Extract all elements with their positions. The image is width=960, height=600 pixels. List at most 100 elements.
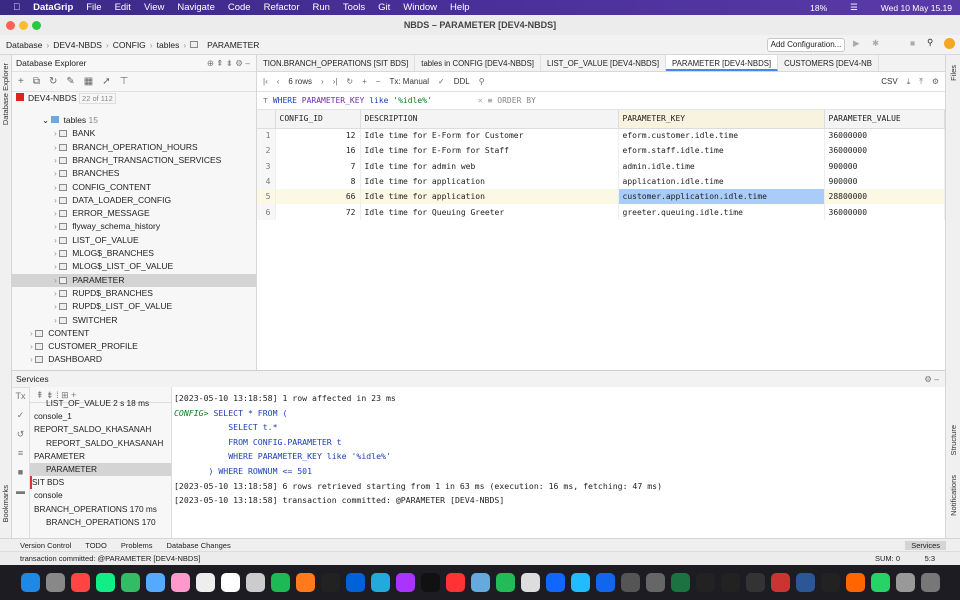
tab-customers[interactable]: CUSTOMERS [DEV4-NB [778, 55, 879, 71]
cell-description[interactable]: Idle time for application [360, 173, 619, 190]
query-console-output[interactable]: [2023-05-10 13:18:58] 1 row affected in … [172, 387, 945, 539]
run-icon[interactable]: ▶ [853, 38, 860, 49]
dock-app-icon[interactable] [370, 573, 390, 592]
menu-navigate[interactable]: Navigate [177, 2, 215, 13]
tree-table-item[interactable]: › BRANCH_OPERATION_HOURS [12, 141, 256, 154]
filter-icon[interactable]: ⊤ [120, 76, 129, 87]
layout-icon[interactable]: ▬ [12, 482, 29, 501]
services-options-icon[interactable]: ⚙ – [924, 371, 939, 388]
services-tab[interactable]: Services [905, 540, 946, 550]
clear-filter-icon[interactable]: × [478, 96, 483, 105]
table-row[interactable]: 4 8 Idle time for application application.i… [257, 173, 945, 190]
dock-app-icon[interactable] [45, 573, 65, 592]
cell-parameter-key[interactable]: customer.application.idle.time [618, 189, 825, 205]
dock-app-icon[interactable] [620, 573, 640, 592]
last-page-icon[interactable]: ›| [333, 77, 338, 86]
dock-app-icon[interactable] [745, 573, 765, 592]
row-number[interactable]: 3 [257, 158, 276, 174]
cell-parameter-value[interactable]: 900000 [824, 173, 945, 190]
add-configuration-button[interactable]: Add Configuration... [767, 38, 845, 52]
cell-parameter-value[interactable]: 900000 [824, 158, 945, 174]
cell-parameter-key[interactable]: eform.staff.idle.time [618, 143, 825, 159]
delete-row-icon[interactable]: − [376, 77, 381, 86]
services-tree-item[interactable]: BRANCH_OPERATIONS 170 [30, 516, 171, 529]
menu-window[interactable]: Window [403, 2, 437, 13]
crumb-schema[interactable]: CONFIG [113, 40, 146, 50]
dock-app-icon[interactable] [870, 573, 890, 592]
caret-position[interactable]: 5:3 [925, 552, 935, 565]
table-view-icon[interactable]: ▦ [84, 76, 93, 87]
tree-schema-item[interactable]: › CUSTOMER_PROFILE [30, 340, 138, 353]
tree-table-item[interactable]: › SWITCHER [12, 314, 256, 327]
crumb-table[interactable]: PARAMETER [207, 40, 259, 50]
tx-icon[interactable]: Tx [12, 387, 29, 406]
notifications-toggle[interactable]: Notifications [949, 475, 958, 516]
crumb-database[interactable]: Database [6, 40, 42, 50]
dock-app-icon[interactable] [220, 573, 240, 592]
tree-table-item[interactable]: › DATA_LOADER_CONFIG [12, 194, 256, 207]
menu-file[interactable]: File [86, 2, 101, 13]
order-by-input[interactable]: ≡ ORDER BY [488, 96, 536, 105]
tx-mode-selector[interactable]: Tx: Manual [389, 77, 429, 86]
cell-config-id[interactable]: 12 [275, 128, 361, 144]
dock-app-icon[interactable] [920, 573, 940, 592]
dock-app-icon[interactable] [70, 573, 90, 592]
zoom-window-button[interactable] [32, 21, 41, 30]
cell-parameter-key[interactable]: application.idle.time [618, 173, 825, 190]
bookmarks-toggle[interactable]: Bookmarks [1, 485, 10, 523]
row-number[interactable]: 2 [257, 143, 276, 159]
cell-parameter-value[interactable]: 28800000 [824, 189, 945, 205]
refresh-icon[interactable]: ↻ [49, 76, 57, 87]
tab-parameter[interactable]: PARAMETER [DEV4-NBDS] [666, 55, 779, 71]
dock-app-icon[interactable] [520, 573, 540, 592]
tree-table-item[interactable]: › ERROR_MESSAGE [12, 207, 256, 220]
tree-table-item[interactable]: › flyway_schema_history [12, 220, 256, 233]
cell-description[interactable]: Idle time for E-Form for Customer [360, 128, 619, 144]
dock-app-icon[interactable] [445, 573, 465, 592]
dock-app-icon[interactable] [570, 573, 590, 592]
tab-branch-operations[interactable]: TION.BRANCH_OPERATIONS [SIT BDS] [257, 55, 416, 71]
structure-toggle[interactable]: Structure [949, 425, 958, 455]
dock-app-icon[interactable] [495, 573, 515, 592]
commit-icon[interactable]: ✓ [438, 77, 445, 86]
tree-table-item[interactable]: › BRANCHES [12, 167, 256, 180]
services-tree-item[interactable]: LIST_OF_VALUE 2 s 18 ms [30, 397, 171, 410]
menu-help[interactable]: Help [450, 2, 470, 13]
upload-icon[interactable]: ⤒ [919, 77, 923, 87]
menu-edit[interactable]: Edit [115, 2, 131, 13]
tree-table-item[interactable]: › MLOG$_BRANCHES [12, 247, 256, 260]
tree-table-item[interactable]: › LIST_OF_VALUE [12, 234, 256, 247]
dock-app-icon[interactable] [720, 573, 740, 592]
dock-app-icon[interactable] [345, 573, 365, 592]
tree-table-item[interactable]: › MLOG$_LIST_OF_VALUE [12, 260, 256, 273]
dock-app-icon[interactable] [20, 573, 40, 592]
services-tree-item[interactable]: REPORT_SALDO_KHASANAH [30, 423, 171, 436]
tree-table-item[interactable]: › CONFIG_CONTENT [12, 181, 256, 194]
menu-tools[interactable]: Tools [343, 2, 365, 13]
dock-app-icon[interactable] [320, 573, 340, 592]
column-header-description[interactable]: DESCRIPTION [360, 110, 619, 129]
table-row[interactable]: 6 72 Idle time for Queuing Greeter greeter.… [257, 204, 945, 220]
dock-app-icon[interactable] [120, 573, 140, 592]
services-tree-item[interactable]: BRANCH_OPERATIONS 170 ms [30, 503, 171, 516]
search-icon[interactable]: ⚲ [927, 37, 933, 48]
dock-app-icon[interactable] [270, 573, 290, 592]
tree-datasource[interactable]: DEV4-NBDS 22 of 112 [16, 92, 116, 105]
crumb-tables[interactable]: tables [157, 40, 180, 50]
search-icon[interactable]: ⚲ [479, 77, 485, 86]
panel-options-icon[interactable]: ⊕ ⇞ ⇟ ⚙ – [207, 55, 250, 72]
tree-table-item[interactable]: › RUPD$_BRANCHES [12, 287, 256, 300]
files-toggle[interactable]: Files [949, 65, 958, 81]
cell-config-id[interactable]: 7 [275, 158, 361, 174]
tab-tables-in-config[interactable]: tables in CONFIG [DEV4-NBDS] [415, 55, 541, 71]
dock-app-icon[interactable] [795, 573, 815, 592]
row-number[interactable]: 1 [257, 128, 276, 144]
tree-table-item[interactable]: › RUPD$_LIST_OF_VALUE [12, 300, 256, 313]
problems-tab[interactable]: Problems [121, 541, 153, 550]
tree-table-item[interactable]: › BANK [12, 127, 256, 140]
table-row[interactable]: 2 16 Idle time for E-Form for Staff eform.s… [257, 143, 945, 159]
cell-parameter-value[interactable]: 36000000 [824, 143, 945, 159]
apple-icon[interactable]:  [13, 2, 20, 13]
crumb-datasource[interactable]: DEV4-NBDS [53, 40, 102, 50]
cell-config-id[interactable]: 16 [275, 143, 361, 159]
